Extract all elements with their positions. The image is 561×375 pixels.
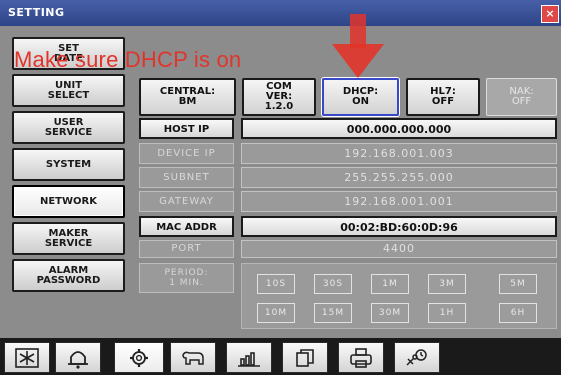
sidebar-item-alarm-password[interactable]: ALARM PASSWORD [12, 259, 125, 292]
period-option-15m[interactable]: 15M [314, 303, 352, 323]
bar-chart-icon [238, 351, 260, 367]
period-option-10s[interactable]: 10S [257, 274, 295, 294]
title-bar: SETTING × [0, 0, 561, 26]
sidebar-item-unit-select[interactable]: UNIT SELECT [12, 74, 125, 107]
nav-patient-button[interactable] [170, 342, 216, 373]
close-button[interactable]: × [541, 5, 559, 23]
sidebar-item-label: SYSTEM [45, 158, 92, 170]
window-title: SETTING [8, 6, 65, 19]
subnet-field: 255.255.255.000 [241, 167, 557, 188]
sidebar-item-label: UNIT SELECT [47, 79, 90, 101]
snowflake-icon [15, 347, 39, 368]
com-version-label: COM VER: 1.2.0 [264, 81, 294, 112]
sidebar-item-network[interactable]: NETWORK [12, 185, 125, 218]
nav-maintenance-button[interactable] [394, 342, 440, 373]
nav-freeze-button[interactable] [4, 342, 50, 373]
port-label: PORT [139, 240, 234, 258]
nav-alarm-button[interactable] [55, 342, 101, 373]
device-ip-field: 192.168.001.003 [241, 143, 557, 164]
hl7-label: HL7: OFF [430, 86, 456, 107]
device-ip-label: DEVICE IP [139, 143, 234, 164]
gateway-field: 192.168.001.001 [241, 191, 557, 212]
period-option-30s[interactable]: 30S [314, 274, 352, 294]
sidebar-item-maker-service[interactable]: MAKER SERVICE [12, 222, 125, 255]
central-button[interactable]: CENTRAL: BM [139, 78, 236, 116]
period-option-6h[interactable]: 6H [499, 303, 537, 323]
sidebar-item-label: MAKER SERVICE [44, 227, 93, 249]
dhcp-toggle[interactable]: DHCP: ON [322, 78, 399, 116]
red-arrow-icon [332, 14, 384, 78]
clock-tools-icon [406, 348, 427, 366]
dhcp-label: DHCP: ON [342, 86, 379, 107]
nak-label: NAK: OFF [509, 86, 534, 107]
nav-settings-button[interactable] [114, 342, 164, 373]
screen: SETTING × SET DATE UNIT SELECT USER SERV… [0, 0, 561, 375]
sidebar-item-system[interactable]: SYSTEM [12, 148, 125, 181]
sidebar-item-label: USER SERVICE [44, 116, 93, 138]
copy-icon [296, 348, 314, 367]
sidebar-item-label: ALARM PASSWORD [36, 264, 101, 286]
instruction-overlay-text: Make sure DHCP is on [14, 47, 242, 72]
period-option-1h[interactable]: 1H [428, 303, 466, 323]
gear-icon [130, 348, 148, 367]
host-ip-label[interactable]: HOST IP [139, 118, 234, 139]
com-version-button[interactable]: COM VER: 1.2.0 [242, 78, 316, 116]
port-field: 4400 [241, 240, 557, 258]
mac-address-label: MAC ADDR [139, 216, 234, 237]
period-option-1m[interactable]: 1M [371, 274, 409, 294]
sidebar-item-label: NETWORK [39, 195, 97, 207]
host-ip-field[interactable]: 000.000.000.000 [241, 118, 557, 139]
period-option-5m[interactable]: 5M [499, 274, 537, 294]
subnet-label: SUBNET [139, 167, 234, 188]
printer-icon [350, 347, 372, 368]
period-label: PERIOD: 1 MIN. [139, 263, 234, 293]
period-option-30m[interactable]: 30M [371, 303, 409, 323]
mac-address-field: 00:02:BD:60:0D:96 [241, 216, 557, 237]
gateway-label: GATEWAY [139, 191, 234, 212]
animal-icon [182, 351, 204, 365]
bell-icon [68, 350, 88, 369]
nav-print-button[interactable] [338, 342, 384, 373]
period-option-3m[interactable]: 3M [428, 274, 466, 294]
hl7-toggle[interactable]: HL7: OFF [406, 78, 480, 116]
nak-toggle[interactable]: NAK: OFF [486, 78, 557, 116]
sidebar-item-user-service[interactable]: USER SERVICE [12, 111, 125, 144]
central-label: CENTRAL: BM [159, 86, 216, 107]
nav-review-button[interactable] [282, 342, 328, 373]
nav-trend-button[interactable] [226, 342, 272, 373]
period-option-10m[interactable]: 10M [257, 303, 295, 323]
